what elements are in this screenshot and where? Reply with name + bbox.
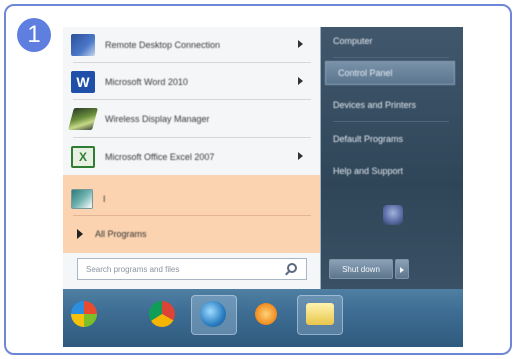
remote-desktop-icon: [71, 34, 95, 56]
program-item-highlighted[interactable]: I: [71, 183, 315, 215]
programs-pane: Remote Desktop Connection W Microsoft Wo…: [63, 27, 321, 289]
word-icon: W: [71, 71, 95, 93]
search-input[interactable]: Search programs and files: [77, 258, 307, 280]
right-item-help-support[interactable]: Help and Support: [321, 159, 463, 183]
program-icon: [71, 189, 93, 209]
windows-start-icon[interactable]: [71, 301, 97, 327]
wireless-display-icon: [68, 108, 98, 130]
step-number-badge: 1: [17, 18, 51, 52]
submenu-arrow-icon[interactable]: [298, 152, 303, 160]
shutdown-options-arrow-icon[interactable]: [395, 259, 409, 279]
start-menu-screenshot: Remote Desktop Connection W Microsoft Wo…: [63, 27, 463, 347]
separator: [333, 57, 449, 58]
program-label: Remote Desktop Connection: [105, 40, 221, 50]
search-icon[interactable]: [284, 262, 300, 276]
right-item-control-panel[interactable]: Control Panel: [325, 61, 455, 85]
taskbar: [63, 289, 463, 347]
right-item-devices-printers[interactable]: Devices and Printers: [321, 93, 463, 117]
program-item-wireless-display[interactable]: Wireless Display Manager: [68, 103, 315, 135]
all-programs-label: All Programs: [95, 229, 147, 239]
windows-media-icon[interactable]: [200, 301, 226, 327]
program-item-excel[interactable]: X Microsoft Office Excel 2007: [71, 141, 315, 173]
separator: [73, 99, 311, 100]
right-item-computer[interactable]: Computer: [321, 29, 463, 53]
program-label: I: [103, 194, 106, 204]
separator: [73, 215, 311, 216]
program-label: Microsoft Word 2010: [105, 77, 188, 87]
chrome-icon[interactable]: [149, 301, 175, 327]
shutdown-button[interactable]: Shut down: [329, 259, 393, 279]
excel-icon: X: [71, 146, 95, 168]
media-player-icon[interactable]: [255, 303, 277, 325]
submenu-arrow-icon[interactable]: [298, 40, 303, 48]
program-label: Wireless Display Manager: [105, 114, 210, 124]
all-programs-button[interactable]: All Programs: [71, 223, 147, 245]
separator: [333, 121, 449, 122]
search-placeholder: Search programs and files: [86, 264, 180, 274]
right-item-default-programs[interactable]: Default Programs: [321, 127, 463, 151]
program-item-remote-desktop[interactable]: Remote Desktop Connection: [71, 29, 315, 61]
submenu-arrow-icon[interactable]: [298, 77, 303, 85]
right-arrow-icon: [77, 229, 83, 239]
user-avatar: [383, 205, 403, 225]
explorer-folder-icon[interactable]: [306, 303, 334, 325]
separator: [73, 137, 311, 138]
program-item-word[interactable]: W Microsoft Word 2010: [71, 66, 315, 98]
separator: [73, 62, 311, 63]
system-links-pane: Computer Control Panel Devices and Print…: [321, 27, 463, 289]
program-label: Microsoft Office Excel 2007: [105, 152, 215, 162]
